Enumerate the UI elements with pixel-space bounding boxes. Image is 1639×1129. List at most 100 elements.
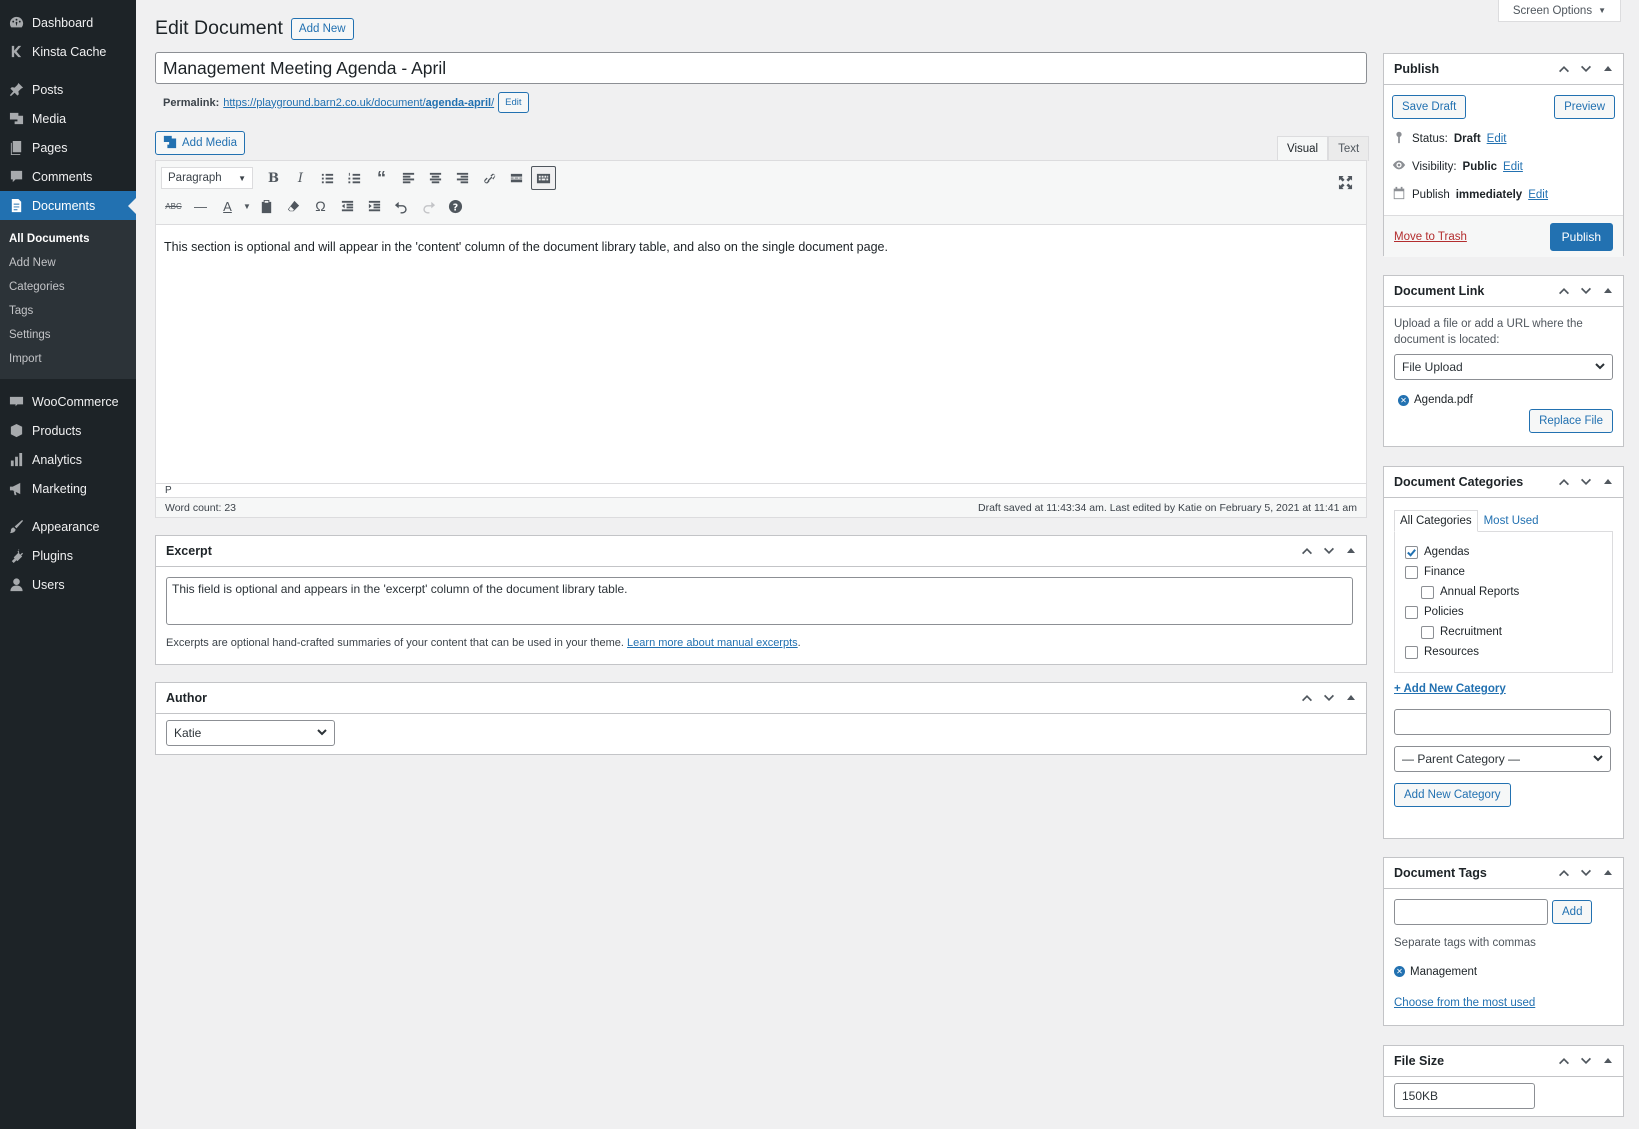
menu-item-plugins[interactable]: Plugins <box>0 541 136 570</box>
add-new-button[interactable]: Add New <box>290 17 354 40</box>
category-item[interactable]: Recruitment <box>1405 622 1602 642</box>
add-media-button[interactable]: Add Media <box>155 131 245 155</box>
collapse-icon[interactable] <box>1344 544 1358 558</box>
menu-item-analytics[interactable]: Analytics <box>0 445 136 474</box>
add-new-category-button[interactable]: Add New Category <box>1394 783 1511 807</box>
permalink-edit-button[interactable]: Edit <box>498 92 529 113</box>
align-left-icon[interactable] <box>396 166 421 190</box>
editor-content-area[interactable]: This section is optional and will appear… <box>156 225 1366 483</box>
indent-icon[interactable] <box>362 194 387 218</box>
menu-item-dashboard[interactable]: Dashboard <box>0 8 136 37</box>
category-checkbox[interactable] <box>1405 565 1418 579</box>
submenu-all-documents[interactable]: All Documents <box>0 227 136 251</box>
preview-button[interactable]: Preview <box>1554 95 1615 119</box>
move-down-icon[interactable] <box>1579 475 1593 489</box>
move-up-icon[interactable] <box>1557 62 1571 76</box>
move-up-icon[interactable] <box>1557 475 1571 489</box>
tab-text[interactable]: Text <box>1328 136 1370 161</box>
move-up-icon[interactable] <box>1557 1054 1571 1068</box>
omega-icon[interactable]: Ω <box>308 194 333 218</box>
move-up-icon[interactable] <box>1300 691 1314 705</box>
move-up-icon[interactable] <box>1300 544 1314 558</box>
post-title-input[interactable]: Management Meeting Agenda - April <box>155 52 1367 84</box>
move-down-icon[interactable] <box>1322 544 1336 558</box>
submenu-import[interactable]: Import <box>0 347 136 371</box>
align-center-icon[interactable] <box>423 166 448 190</box>
toolbar-toggle-icon[interactable] <box>531 166 556 190</box>
publish-time-edit-link[interactable]: Edit <box>1528 189 1548 201</box>
redo-icon[interactable] <box>416 194 441 218</box>
horizontal-line-icon[interactable]: — <box>188 194 213 218</box>
permalink-link[interactable]: https://playground.barn2.co.uk/document/… <box>223 97 494 109</box>
tab-visual[interactable]: Visual <box>1277 136 1329 161</box>
category-item[interactable]: Annual Reports <box>1405 582 1602 602</box>
menu-item-users[interactable]: Users <box>0 570 136 599</box>
submenu-categories[interactable]: Categories <box>0 275 136 299</box>
paste-text-icon[interactable] <box>254 194 279 218</box>
link-icon[interactable] <box>477 166 502 190</box>
undo-icon[interactable] <box>389 194 414 218</box>
submenu-tags[interactable]: Tags <box>0 299 136 323</box>
screen-options-button[interactable]: Screen Options ▼ <box>1497 0 1621 22</box>
remove-tag-icon[interactable]: ✕ <box>1394 966 1405 978</box>
bullet-list-icon[interactable] <box>315 166 340 190</box>
file-size-input[interactable]: 150KB <box>1394 1083 1535 1109</box>
excerpt-textarea[interactable]: This field is optional and appears in th… <box>166 577 1353 625</box>
status-edit-link[interactable]: Edit <box>1487 133 1507 145</box>
move-up-icon[interactable] <box>1557 866 1571 880</box>
outdent-icon[interactable] <box>335 194 360 218</box>
category-item[interactable]: Resources <box>1405 642 1602 662</box>
category-checkbox[interactable] <box>1421 585 1434 599</box>
tab-all-categories[interactable]: All Categories <box>1394 510 1478 532</box>
submenu-add-new[interactable]: Add New <box>0 251 136 275</box>
collapse-icon[interactable] <box>1601 284 1615 298</box>
italic-icon[interactable]: I <box>288 166 313 190</box>
move-down-icon[interactable] <box>1579 284 1593 298</box>
numbered-list-icon[interactable] <box>342 166 367 190</box>
learn-more-link[interactable]: Learn more about manual excerpts <box>627 637 798 649</box>
blockquote-icon[interactable]: “ <box>369 166 394 190</box>
fullscreen-icon[interactable] <box>1333 170 1358 194</box>
remove-file-icon[interactable]: ✕ <box>1398 394 1409 406</box>
menu-item-pages[interactable]: Pages <box>0 133 136 162</box>
category-checkbox[interactable] <box>1405 545 1418 559</box>
collapse-icon[interactable] <box>1601 1054 1615 1068</box>
collapse-icon[interactable] <box>1344 691 1358 705</box>
move-down-icon[interactable] <box>1579 866 1593 880</box>
menu-item-posts[interactable]: Posts <box>0 75 136 104</box>
author-select[interactable]: Katie <box>166 720 335 746</box>
caret-down-icon[interactable]: ▼ <box>242 194 252 218</box>
menu-item-comments[interactable]: Comments <box>0 162 136 191</box>
collapse-icon[interactable] <box>1601 866 1615 880</box>
category-checkbox[interactable] <box>1405 605 1418 619</box>
text-color-icon[interactable]: A <box>215 194 240 218</box>
visibility-edit-link[interactable]: Edit <box>1503 161 1523 173</box>
strikethrough-icon[interactable]: ABC <box>161 194 186 218</box>
save-draft-button[interactable]: Save Draft <box>1392 95 1467 119</box>
menu-item-products[interactable]: Products <box>0 416 136 445</box>
collapse-icon[interactable] <box>1601 62 1615 76</box>
parent-category-select[interactable]: — Parent Category — <box>1394 746 1611 772</box>
menu-item-documents[interactable]: Documents <box>0 191 136 220</box>
category-item[interactable]: Agendas <box>1405 542 1602 562</box>
new-category-input[interactable] <box>1394 709 1611 735</box>
add-new-category-link[interactable]: + Add New Category <box>1394 683 1613 695</box>
document-link-select[interactable]: File Upload <box>1394 354 1613 381</box>
category-checkbox[interactable] <box>1405 645 1418 659</box>
publish-button[interactable]: Publish <box>1549 222 1613 251</box>
move-down-icon[interactable] <box>1322 691 1336 705</box>
format-select[interactable]: Paragraph ▼ <box>161 167 253 189</box>
eraser-icon[interactable] <box>281 194 306 218</box>
category-item[interactable]: Policies <box>1405 602 1602 622</box>
add-tag-button[interactable]: Add <box>1552 900 1593 924</box>
menu-item-appearance[interactable]: Appearance <box>0 512 136 541</box>
tag-input[interactable] <box>1394 899 1548 925</box>
move-down-icon[interactable] <box>1579 62 1593 76</box>
bold-icon[interactable]: B <box>261 166 286 190</box>
align-right-icon[interactable] <box>450 166 475 190</box>
choose-most-used-link[interactable]: Choose from the most used <box>1394 997 1613 1009</box>
menu-item-woocommerce[interactable]: WooCommerce <box>0 387 136 416</box>
category-checkbox[interactable] <box>1421 625 1434 639</box>
menu-item-marketing[interactable]: Marketing <box>0 474 136 503</box>
menu-item-media[interactable]: Media <box>0 104 136 133</box>
